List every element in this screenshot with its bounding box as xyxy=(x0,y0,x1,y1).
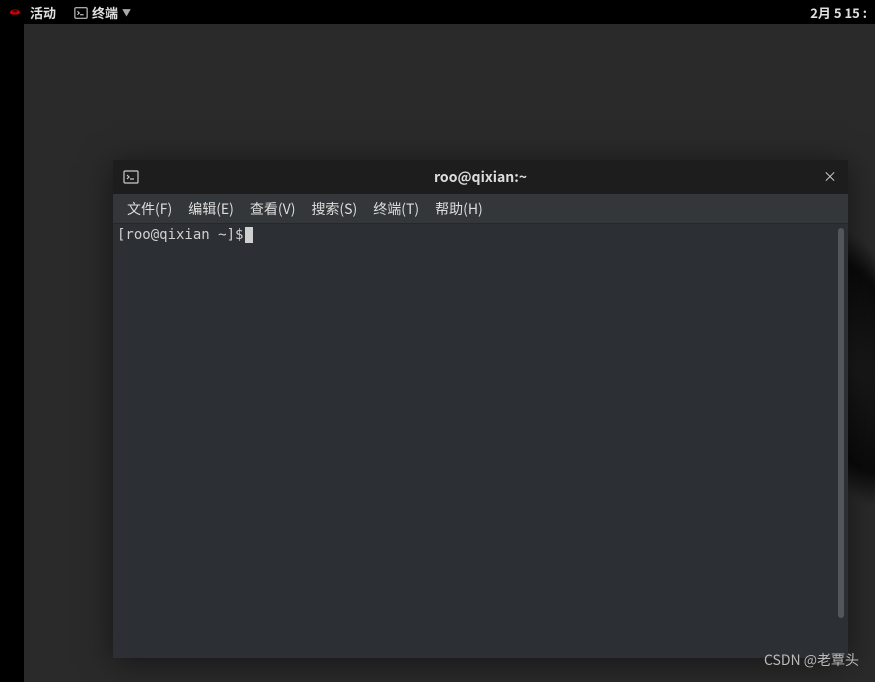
clock-area[interactable]: 2月 5 15 : xyxy=(810,3,867,22)
desktop-area: roo@qixian:~ × 文件(F) 编辑(E) 查看(V) 搜索(S) 终… xyxy=(24,24,875,682)
redhat-logo-icon[interactable] xyxy=(8,5,22,19)
window-terminal-icon xyxy=(123,169,139,185)
menu-bar: 文件(F) 编辑(E) 查看(V) 搜索(S) 终端(T) 帮助(H) xyxy=(113,194,848,224)
close-button[interactable]: × xyxy=(822,169,838,185)
top-bar-left: 活动 终端 ▼ xyxy=(8,3,131,22)
window-title-bar[interactable]: roo@qixian:~ × xyxy=(113,160,848,194)
chevron-down-icon: ▼ xyxy=(122,6,131,19)
window-title: roo@qixian:~ xyxy=(434,167,527,187)
menu-edit[interactable]: 编辑(E) xyxy=(180,195,242,223)
menu-help[interactable]: 帮助(H) xyxy=(427,195,491,223)
cursor-icon xyxy=(245,227,253,243)
prompt-line: [roo@qixian ~]$ xyxy=(117,226,832,244)
shell-prompt: [roo@qixian ~]$ xyxy=(117,226,243,244)
menu-file[interactable]: 文件(F) xyxy=(119,195,180,223)
terminal-content[interactable]: [roo@qixian ~]$ xyxy=(113,224,836,658)
terminal-window: roo@qixian:~ × 文件(F) 编辑(E) 查看(V) 搜索(S) 终… xyxy=(113,160,848,658)
menu-terminal[interactable]: 终端(T) xyxy=(365,195,427,223)
activities-button[interactable]: 活动 xyxy=(30,3,56,22)
menu-search[interactable]: 搜索(S) xyxy=(303,195,365,223)
vertical-scrollbar[interactable] xyxy=(836,228,846,618)
terminal-app-icon xyxy=(74,5,88,19)
close-icon: × xyxy=(823,167,837,187)
scrollbar-thumb[interactable] xyxy=(838,228,844,618)
current-app-name: 终端 xyxy=(92,3,118,22)
terminal-body[interactable]: [roo@qixian ~]$ xyxy=(113,224,848,658)
watermark-text: CSDN @老覃头 xyxy=(764,650,859,670)
menu-view[interactable]: 查看(V) xyxy=(242,195,304,223)
current-app-indicator[interactable]: 终端 ▼ xyxy=(74,3,131,22)
gnome-top-bar: 活动 终端 ▼ 2月 5 15 : xyxy=(0,0,875,24)
